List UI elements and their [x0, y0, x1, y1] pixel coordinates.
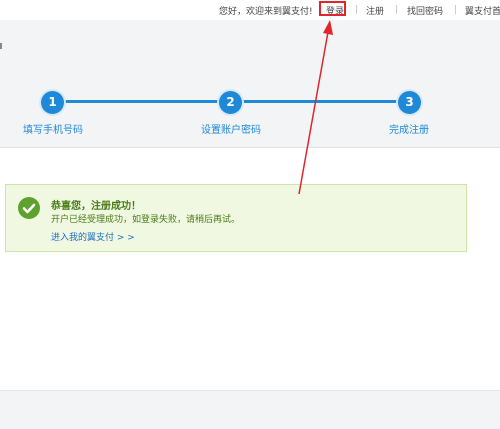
annotation-arrow-icon	[298, 20, 333, 195]
